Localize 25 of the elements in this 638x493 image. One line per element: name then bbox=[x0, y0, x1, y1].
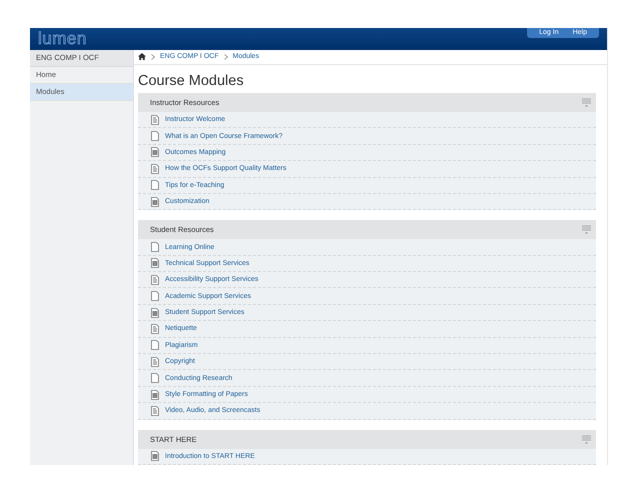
document-icon bbox=[151, 258, 159, 268]
document-icon bbox=[151, 274, 159, 285]
document-icon bbox=[151, 340, 159, 350]
home-icon[interactable] bbox=[138, 53, 146, 60]
document-icon bbox=[151, 131, 159, 142]
document-icon bbox=[151, 291, 159, 302]
page-title: Course Modules bbox=[138, 72, 245, 89]
document-icon bbox=[151, 406, 159, 416]
collapse-icon[interactable] bbox=[582, 225, 591, 234]
document-icon bbox=[151, 451, 159, 462]
document-icon bbox=[151, 164, 159, 174]
chevron-icon bbox=[224, 54, 228, 60]
chevron-icon bbox=[151, 54, 155, 60]
document-icon bbox=[151, 308, 159, 318]
document-icon bbox=[151, 147, 159, 158]
document-icon bbox=[151, 114, 159, 125]
document-icon bbox=[151, 390, 159, 400]
collapse-icon[interactable] bbox=[582, 434, 591, 444]
document-icon bbox=[151, 373, 159, 384]
document-icon bbox=[151, 180, 159, 190]
document-icon bbox=[151, 242, 159, 252]
document-icon bbox=[151, 196, 159, 207]
document-icon bbox=[151, 356, 159, 367]
collapse-icon[interactable] bbox=[582, 98, 591, 107]
document-icon bbox=[151, 324, 159, 334]
